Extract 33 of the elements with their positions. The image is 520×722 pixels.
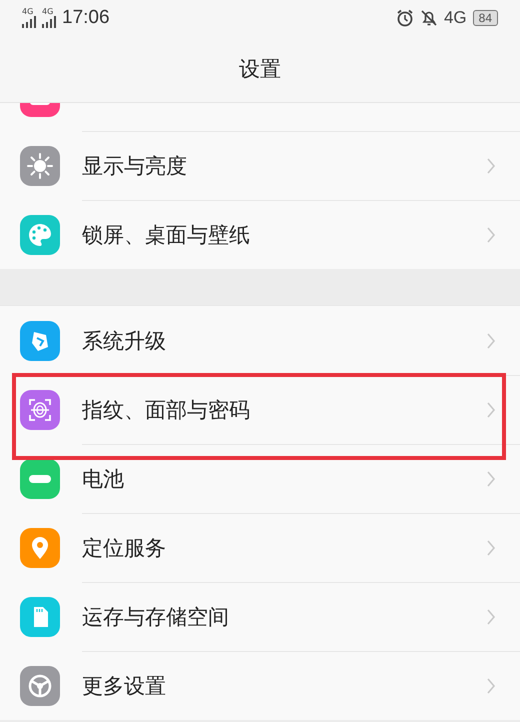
gear-icon [20, 666, 60, 706]
signal-icon [22, 16, 36, 28]
settings-item[interactable]: 锁屏、桌面与壁纸 [0, 200, 520, 269]
chevron-icon [486, 332, 496, 350]
alarm-icon [396, 9, 414, 27]
settings-item[interactable]: 指纹、面部与密码 [0, 375, 520, 444]
clock-time: 17:06 [62, 7, 110, 29]
settings-item[interactable]: 更多设置 [0, 651, 520, 720]
network-label: 4G [22, 8, 34, 16]
page-title: 设置 [239, 56, 281, 83]
signal-icon [42, 16, 56, 28]
settings-item[interactable]: 电池 [0, 444, 520, 513]
chevron-icon [486, 538, 496, 556]
bar-icon [20, 458, 60, 498]
memory-card-icon [20, 596, 60, 636]
chevron-icon [486, 156, 496, 174]
network-label: 4G [42, 8, 54, 16]
settings-item[interactable]: 运存与存储空间 [0, 582, 520, 651]
chevron-icon [486, 470, 496, 488]
chevron-icon [486, 676, 496, 694]
battery-indicator: 84 [472, 10, 498, 26]
chevron-icon [486, 226, 496, 244]
fingerprint-icon [20, 390, 60, 430]
chevron-icon [486, 400, 496, 418]
settings-item[interactable]: 系统升级 [0, 306, 520, 375]
settings-item[interactable]: 定位服务 [0, 513, 520, 582]
location-pin-icon [20, 528, 60, 568]
settings-item[interactable]: 显示与亮度 [0, 131, 520, 200]
muted-bell-icon [420, 9, 438, 27]
network-label: 4G [444, 8, 467, 28]
sun-icon [20, 146, 60, 186]
chevron-icon [486, 608, 496, 626]
palette-icon [20, 214, 60, 254]
